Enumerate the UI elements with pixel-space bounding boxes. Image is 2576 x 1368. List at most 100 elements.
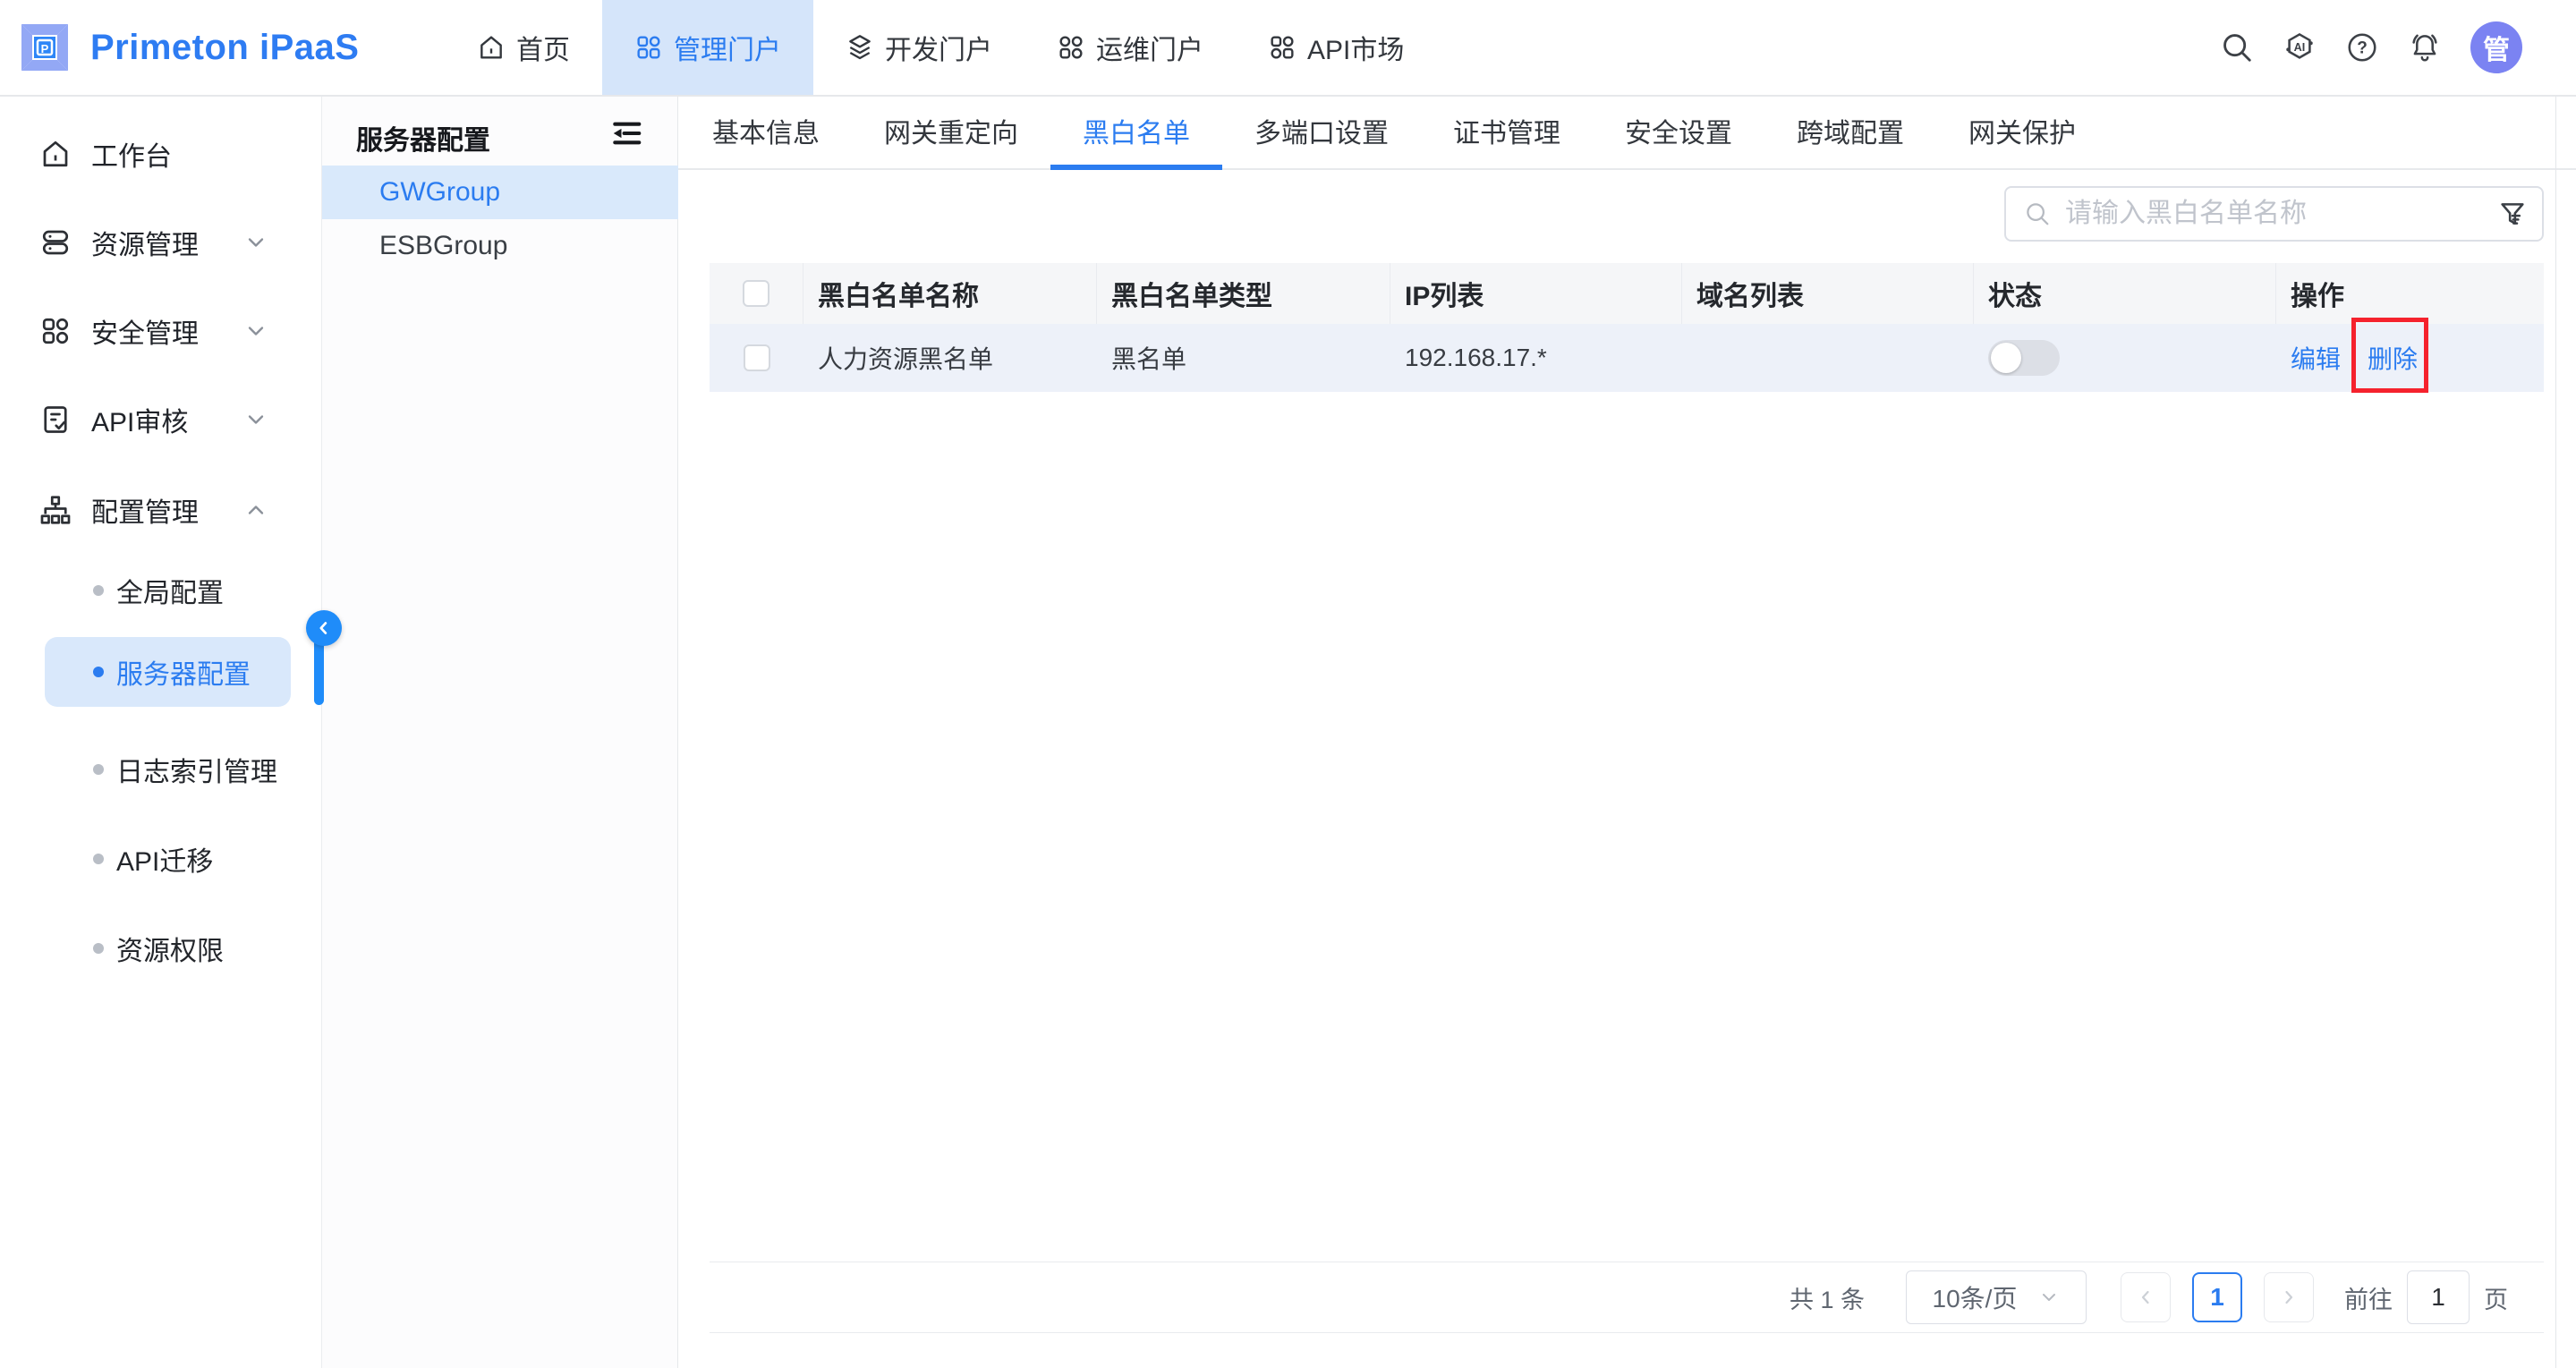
tab-blacklist-whitelist[interactable]: 黑白名单 [1050,97,1222,170]
chevron-down-icon [243,319,268,344]
bullet-icon [93,943,104,954]
nav-ops-portal[interactable]: 运维门户 [1024,0,1236,95]
tab-gateway-protect[interactable]: 网关保护 [1936,97,2108,170]
tab-security-settings[interactable]: 安全设置 [1593,97,1764,170]
select-all-checkbox[interactable] [743,280,769,307]
tab-cors-config[interactable]: 跨域配置 [1764,97,1936,170]
tab-gateway-redirect[interactable]: 网关重定向 [852,97,1050,170]
bullet-icon [93,667,104,677]
delete-link[interactable]: 删除 [2368,340,2418,376]
chevron-left-icon [314,618,334,638]
content-tabs: 基本信息 网关重定向 黑白名单 多端口设置 证书管理 安全设置 跨域配置 网关保… [678,97,2576,170]
search-input[interactable] [2065,199,2497,229]
home-icon [39,138,72,170]
prev-page-button[interactable] [2121,1272,2171,1322]
sidebar-scrollbar-thumb[interactable] [314,639,324,705]
blacklist-table: 黑白名单名称 黑白名单类型 IP列表 域名列表 状态 操作 人力资源黑名单 黑名… [710,263,2544,392]
row-checkbox[interactable] [744,344,770,371]
total-count-label: 共 1 条 [1790,1280,1865,1315]
sidebar-subitem-global-config[interactable]: 全局配置 [0,564,322,617]
svg-text:P: P [41,42,49,55]
goto-label: 前往 [2344,1280,2393,1315]
user-avatar[interactable]: 管 [2470,21,2522,73]
cell-name: 人力资源黑名单 [803,324,1097,392]
page-size-select[interactable]: 10条/页 [1906,1270,2087,1324]
grid-icon [39,315,72,347]
grid-icon [1057,33,1085,62]
cell-type: 黑名单 [1097,324,1390,392]
blacklist-search-box [2004,186,2544,242]
tab-multi-port[interactable]: 多端口设置 [1222,97,1421,170]
search-icon [2024,200,2051,227]
next-page-button[interactable] [2264,1272,2314,1322]
col-header-type: 黑白名单类型 [1097,263,1390,324]
chevron-left-icon [2135,1287,2156,1308]
page-jump-input[interactable]: 1 [2407,1270,2470,1324]
bullet-icon [93,585,104,596]
sidebar-collapse-handle[interactable] [306,610,342,646]
chevron-down-icon [243,407,268,432]
table-row: 人力资源黑名单 黑名单 192.168.17.* 编辑 删除 [710,324,2544,392]
brand-logo-icon: P [19,21,71,73]
brand-name: Primeton iPaaS [90,28,359,68]
nav-home[interactable]: 首页 [445,0,602,95]
sidebar-item-security[interactable]: 安全管理 [0,286,322,375]
cell-ip-list: 192.168.17.* [1390,324,1682,392]
collapse-panel-icon[interactable] [609,116,643,150]
page-number-1[interactable]: 1 [2192,1272,2242,1322]
chevron-up-icon [243,497,268,523]
col-header-name: 黑白名单名称 [803,263,1097,324]
top-bar: P Primeton iPaaS 首页 管理门户 开发门户 运维门户 API市场 [0,0,2576,97]
filter-funnel-icon[interactable] [2497,199,2528,229]
sidebar-menu: 工作台 资源管理 安全管理 API审核 配置管理 全局配置 服务器配置 日志索引… [0,97,322,1368]
sitemap-icon [39,494,72,526]
svg-text:?: ? [2357,39,2368,58]
help-icon[interactable]: ? [2345,30,2379,64]
cell-domain-list [1682,324,1974,392]
sidebar-subitem-server-config[interactable]: 服务器配置 [45,637,291,707]
notification-bell-icon[interactable] [2408,30,2442,64]
pagination-bar: 共 1 条 10条/页 1 前往 1 页 [710,1262,2544,1333]
sidebar-item-resources[interactable]: 资源管理 [0,198,322,286]
search-icon[interactable] [2220,30,2254,64]
bullet-icon [93,764,104,775]
col-header-actions: 操作 [2276,263,2544,324]
server-config-panel: 服务器配置 GWGroup ESBGroup [322,97,678,1368]
svg-text:AI: AI [2294,41,2306,54]
nav-dev-portal[interactable]: 开发门户 [813,0,1024,95]
sidebar-subitem-resource-permission[interactable]: 资源权限 [0,922,322,975]
sidebar-item-config[interactable]: 配置管理 [0,465,322,554]
group-item-gwgroup[interactable]: GWGroup [322,166,678,219]
chevron-right-icon [2278,1287,2300,1308]
top-navigation: 首页 管理门户 开发门户 运维门户 API市场 [445,0,1436,95]
col-header-status: 状态 [1974,263,2276,324]
brand-logo: P Primeton iPaaS [19,0,359,95]
grid-icon [634,33,663,62]
nav-api-market[interactable]: API市场 [1236,0,1436,95]
page-unit-label: 页 [2484,1280,2508,1315]
tab-basic-info[interactable]: 基本信息 [680,97,852,170]
edit-link[interactable]: 编辑 [2291,340,2341,376]
col-header-domain-list: 域名列表 [1682,263,1974,324]
table-header: 黑白名单名称 黑白名单类型 IP列表 域名列表 状态 操作 [710,263,2544,324]
col-header-ip-list: IP列表 [1390,263,1682,324]
nav-admin-portal[interactable]: 管理门户 [602,0,813,95]
ai-assistant-icon[interactable]: AI [2283,30,2317,64]
topbar-actions: AI ? 管 [2220,0,2522,95]
home-icon [477,33,506,62]
chevron-down-icon [2038,1287,2060,1308]
sidebar-subitem-api-migration[interactable]: API迁移 [0,832,322,886]
panel-title: 服务器配置 [356,118,490,157]
sidebar-item-api-audit[interactable]: API审核 [0,375,322,463]
chevron-down-icon [243,230,268,255]
sidebar-subitem-log-index[interactable]: 日志索引管理 [0,743,322,796]
grid-icon [1268,33,1297,62]
scroll-edge-line [2555,97,2556,1368]
tab-certificate[interactable]: 证书管理 [1421,97,1593,170]
group-item-esbgroup[interactable]: ESBGroup [322,219,678,273]
document-check-icon [39,404,72,436]
bullet-icon [93,854,104,864]
sidebar-item-workbench[interactable]: 工作台 [0,109,322,198]
status-toggle[interactable] [1988,340,2060,376]
layers-icon [846,33,874,62]
